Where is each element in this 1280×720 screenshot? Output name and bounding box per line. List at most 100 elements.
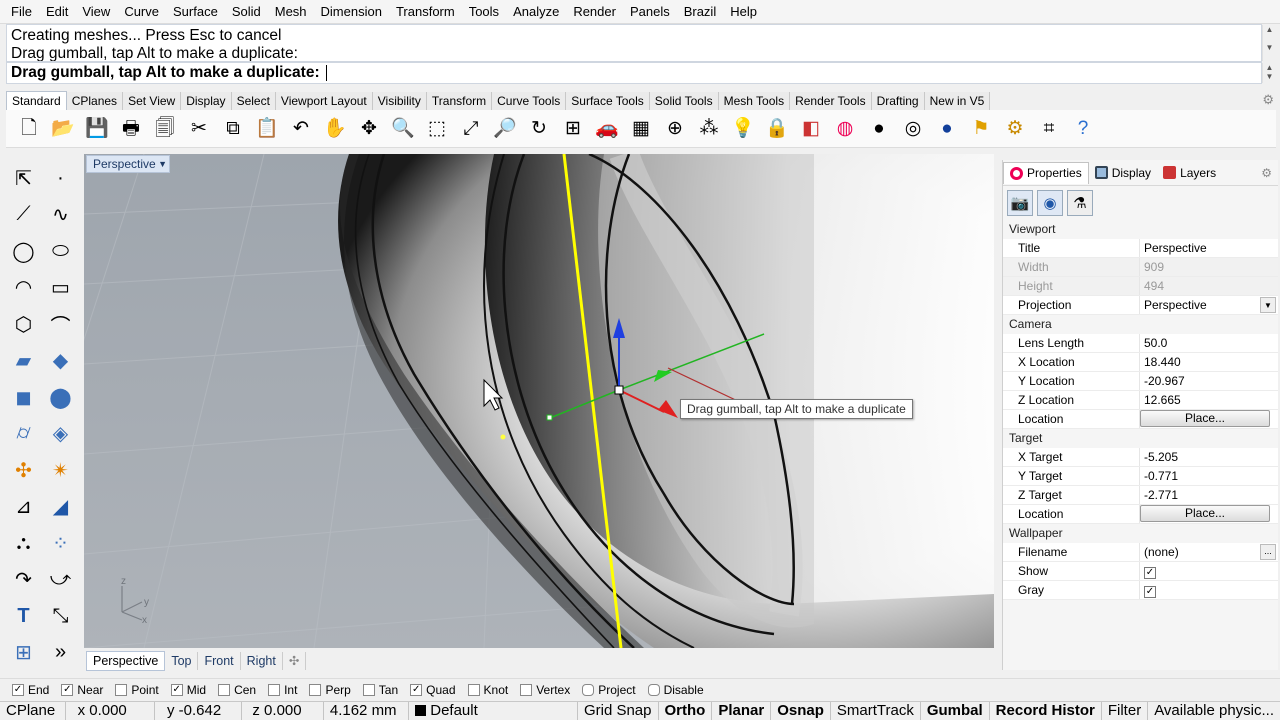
lock-icon[interactable]: 🔒 bbox=[760, 112, 794, 146]
menu-edit[interactable]: Edit bbox=[39, 0, 75, 24]
rotate-camera-icon[interactable]: ↻ bbox=[522, 112, 556, 146]
select-points-icon[interactable]: ⁂ bbox=[692, 112, 726, 146]
camera-place-button[interactable]: Place... bbox=[1140, 410, 1270, 427]
projection-select[interactable]: Perspective ▼ bbox=[1139, 296, 1278, 314]
osnap-checkbox[interactable]: ✓ bbox=[170, 683, 183, 696]
menu-solid[interactable]: Solid bbox=[225, 0, 268, 24]
osnap-checkbox[interactable] bbox=[362, 683, 375, 696]
tab-front[interactable]: Front bbox=[198, 652, 241, 670]
polygon-icon[interactable]: ⬡ bbox=[5, 306, 42, 342]
osnap-end[interactable]: ✓ End bbox=[12, 683, 49, 697]
tab-render-tools[interactable]: Render Tools bbox=[790, 92, 872, 110]
box-icon[interactable]: ◼ bbox=[5, 379, 42, 415]
cylinder-icon[interactable]: ⌭ bbox=[5, 416, 42, 452]
menu-surface[interactable]: Surface bbox=[166, 0, 225, 24]
menu-brazil[interactable]: Brazil bbox=[677, 0, 724, 24]
menu-help[interactable]: Help bbox=[723, 0, 764, 24]
curve-icon[interactable]: ∿ bbox=[42, 197, 79, 233]
pan-hand-icon[interactable]: ✋ bbox=[318, 112, 352, 146]
tab-surface-tools[interactable]: Surface Tools bbox=[566, 92, 650, 110]
tab-right[interactable]: Right bbox=[241, 652, 283, 670]
tab-viewport-layout[interactable]: Viewport Layout bbox=[275, 92, 373, 110]
wireframe-sphere-icon[interactable]: ◎ bbox=[896, 112, 930, 146]
offset-curve-icon[interactable]: ⤻ bbox=[42, 562, 79, 598]
group-icon[interactable]: ⛬ bbox=[5, 525, 42, 561]
osnap-mid[interactable]: ✓ Mid bbox=[170, 683, 206, 697]
undo-icon[interactable]: ↶ bbox=[284, 112, 318, 146]
extrude-surface-icon[interactable]: ◆ bbox=[42, 343, 79, 379]
layer-icon[interactable]: ◧ bbox=[794, 112, 828, 146]
split-icon[interactable]: ⊿ bbox=[5, 489, 42, 525]
osnap-cen[interactable]: Cen bbox=[218, 683, 256, 697]
osnap-checkbox[interactable] bbox=[309, 683, 322, 696]
boolean-spheres-icon[interactable]: ⬤ bbox=[42, 379, 79, 415]
gray-checkbox[interactable]: ✓ bbox=[1144, 586, 1156, 598]
filename-field[interactable]: (none)... bbox=[1139, 543, 1278, 561]
tab-display[interactable]: Display bbox=[1089, 162, 1157, 184]
y-target-field[interactable]: -0.771 bbox=[1139, 467, 1278, 485]
cut-icon[interactable]: ✂ bbox=[182, 112, 216, 146]
dropdown-arrow-icon[interactable]: ▼ bbox=[1260, 297, 1276, 313]
trim-icon[interactable]: ◢ bbox=[42, 489, 79, 525]
curve-from-object-icon[interactable]: ↷ bbox=[5, 562, 42, 598]
status-grid-snap[interactable]: Grid Snap bbox=[578, 702, 659, 720]
tab-mesh-tools[interactable]: Mesh Tools bbox=[718, 92, 791, 110]
rotate-view-icon[interactable]: ✥ bbox=[352, 112, 386, 146]
ellipse-icon[interactable]: ⬭ bbox=[42, 233, 79, 269]
import-icon[interactable]: 🗐 bbox=[148, 112, 182, 146]
surface-icon[interactable]: ▰ bbox=[5, 343, 42, 379]
osnap-checkbox[interactable] bbox=[647, 683, 660, 696]
help-icon[interactable]: ? bbox=[1066, 112, 1100, 146]
menu-panels[interactable]: Panels bbox=[623, 0, 677, 24]
tab-select[interactable]: Select bbox=[231, 92, 276, 110]
panel-gear-icon[interactable]: ⚙ bbox=[1261, 166, 1272, 180]
status-cplane[interactable]: CPlane bbox=[0, 702, 66, 720]
tab-perspective[interactable]: Perspective bbox=[86, 651, 166, 671]
named-view-car-icon[interactable]: 🚗 bbox=[590, 112, 624, 146]
menu-analyze[interactable]: Analyze bbox=[506, 0, 566, 24]
osnap-checkbox[interactable] bbox=[218, 683, 231, 696]
flag-icon[interactable]: ⚑ bbox=[964, 112, 998, 146]
select-arrow-icon[interactable]: ⇱ bbox=[5, 160, 42, 196]
osnap-int[interactable]: Int bbox=[268, 683, 297, 697]
rectangle-icon[interactable]: ▭ bbox=[42, 270, 79, 306]
status-layer[interactable]: Default bbox=[409, 702, 578, 720]
osnap-checkbox[interactable]: ✓ bbox=[61, 683, 74, 696]
status-smarttrack[interactable]: SmartTrack bbox=[831, 702, 921, 720]
tab-display[interactable]: Display bbox=[181, 92, 232, 110]
menu-render[interactable]: Render bbox=[566, 0, 623, 24]
osnap-point[interactable]: Point bbox=[115, 683, 159, 697]
command-line-scrollbar[interactable]: ▲ ▼ bbox=[1262, 63, 1276, 83]
status-record-history[interactable]: Record Histor bbox=[990, 702, 1102, 720]
tab-visibility[interactable]: Visibility bbox=[372, 92, 427, 110]
tab-properties[interactable]: Properties bbox=[1003, 161, 1089, 184]
tab-solid-tools[interactable]: Solid Tools bbox=[649, 92, 719, 110]
view-sphere-icon[interactable]: ◉ bbox=[1037, 190, 1063, 216]
text-icon[interactable]: T bbox=[5, 598, 42, 634]
open-folder-icon[interactable]: 📂 bbox=[46, 112, 80, 146]
tab-set-view[interactable]: Set View bbox=[123, 92, 182, 110]
zoom-extents-icon[interactable]: ⤢ bbox=[454, 112, 488, 146]
block-icon[interactable]: ⊞ bbox=[5, 635, 42, 671]
menu-curve[interactable]: Curve bbox=[117, 0, 166, 24]
gear-icon[interactable]: ⚙ bbox=[1262, 92, 1274, 108]
browse-button[interactable]: ... bbox=[1260, 544, 1276, 560]
arc-icon[interactable]: ◠ bbox=[5, 270, 42, 306]
tab-top[interactable]: Top bbox=[165, 652, 199, 670]
expand-toolbar-icon[interactable]: » bbox=[42, 635, 79, 671]
osnap-checkbox[interactable] bbox=[582, 683, 595, 696]
viewport-title-tab[interactable]: Perspective ▼ bbox=[86, 155, 170, 173]
mesh-icon[interactable]: ◈ bbox=[42, 416, 79, 452]
osnap-checkbox[interactable] bbox=[467, 683, 480, 696]
chevron-down-icon[interactable]: ▼ bbox=[158, 156, 167, 172]
options-gears-icon[interactable]: ⚙ bbox=[998, 112, 1032, 146]
y-location-field[interactable]: -20.967 bbox=[1139, 372, 1278, 390]
command-line[interactable]: Drag gumball, tap Alt to make a duplicat… bbox=[6, 62, 1262, 84]
fillet-curve-icon[interactable]: ⌒ bbox=[42, 306, 79, 342]
z-target-field[interactable]: -2.771 bbox=[1139, 486, 1278, 504]
analysis-icon[interactable]: ⌗ bbox=[1032, 112, 1066, 146]
status-osnap[interactable]: Osnap bbox=[771, 702, 831, 720]
osnap-checkbox[interactable] bbox=[268, 683, 281, 696]
tab-transform[interactable]: Transform bbox=[426, 92, 493, 110]
osnap-disable[interactable]: Disable bbox=[647, 683, 704, 697]
